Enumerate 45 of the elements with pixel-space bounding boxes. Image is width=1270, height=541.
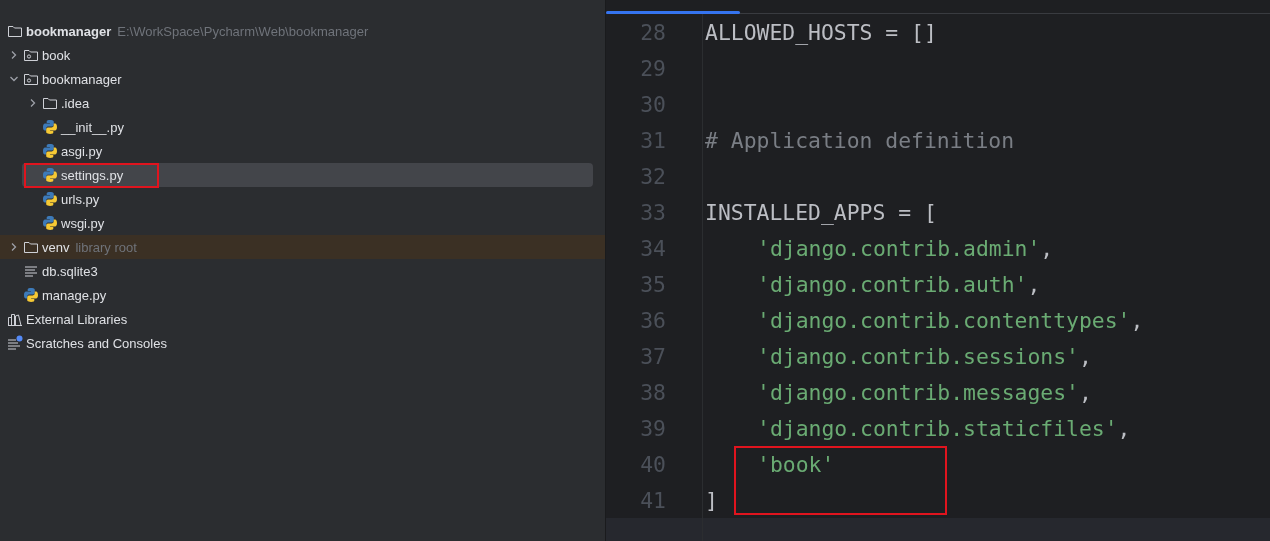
- package-folder-icon: [23, 47, 39, 63]
- code-line: 'django.contrib.contenttypes',: [757, 307, 1144, 333]
- python-icon: [42, 167, 58, 183]
- tree-item[interactable]: venv: [42, 239, 70, 255]
- path-hint: E:\WorkSpace\Pycharm\Web\bookmanager: [117, 23, 369, 39]
- python-icon: [42, 119, 58, 135]
- python-icon: [23, 287, 39, 303]
- python-icon: [42, 143, 58, 159]
- code-line: 'book': [757, 451, 835, 477]
- code-line: 'django.contrib.sessions',: [757, 343, 1092, 369]
- tree-item[interactable]: db.sqlite3: [42, 263, 98, 279]
- tree-item[interactable]: manage.py: [42, 287, 107, 303]
- folder-icon: [23, 239, 39, 255]
- tree-item[interactable]: book: [42, 47, 71, 63]
- code-line: ]: [705, 487, 718, 513]
- folder-icon: [42, 95, 58, 111]
- tree-item[interactable]: External Libraries: [26, 311, 128, 327]
- python-icon: [42, 191, 58, 207]
- library-icon: [7, 311, 23, 327]
- path-hint: library root: [75, 239, 137, 255]
- code-line: 'django.contrib.staticfiles',: [757, 415, 1131, 441]
- tree-item[interactable]: settings.py: [61, 167, 124, 183]
- scratches-icon: [7, 335, 23, 351]
- tree-item[interactable]: asgi.py: [61, 143, 103, 159]
- tree-item[interactable]: bookmanager: [26, 23, 112, 39]
- tree-item[interactable]: __init__.py: [61, 119, 124, 135]
- chevron-right-icon[interactable]: [28, 98, 38, 108]
- chevron-down-icon[interactable]: [9, 74, 19, 84]
- code-line: 'django.contrib.auth',: [757, 271, 1041, 297]
- code-line: 'django.contrib.admin',: [757, 235, 1054, 261]
- code-line: INSTALLED_APPS = [: [705, 199, 937, 225]
- code-line: ALLOWED_HOSTS = []: [705, 19, 937, 45]
- tree-item[interactable]: Scratches and Consoles: [26, 335, 167, 351]
- package-folder-icon: [23, 71, 39, 87]
- tree-item[interactable]: bookmanager: [42, 71, 122, 87]
- code-line: # Application definition: [705, 127, 1015, 153]
- python-icon: [42, 215, 58, 231]
- tree-item[interactable]: .idea: [61, 95, 90, 111]
- text-file-icon: [23, 263, 39, 279]
- chevron-right-icon[interactable]: [9, 50, 19, 60]
- chevron-right-icon[interactable]: [9, 242, 19, 252]
- code-line: 'django.contrib.messages',: [757, 379, 1092, 405]
- tree-item[interactable]: urls.py: [61, 191, 100, 207]
- tree-item[interactable]: wsgi.py: [61, 215, 105, 231]
- folder-icon: [7, 23, 23, 39]
